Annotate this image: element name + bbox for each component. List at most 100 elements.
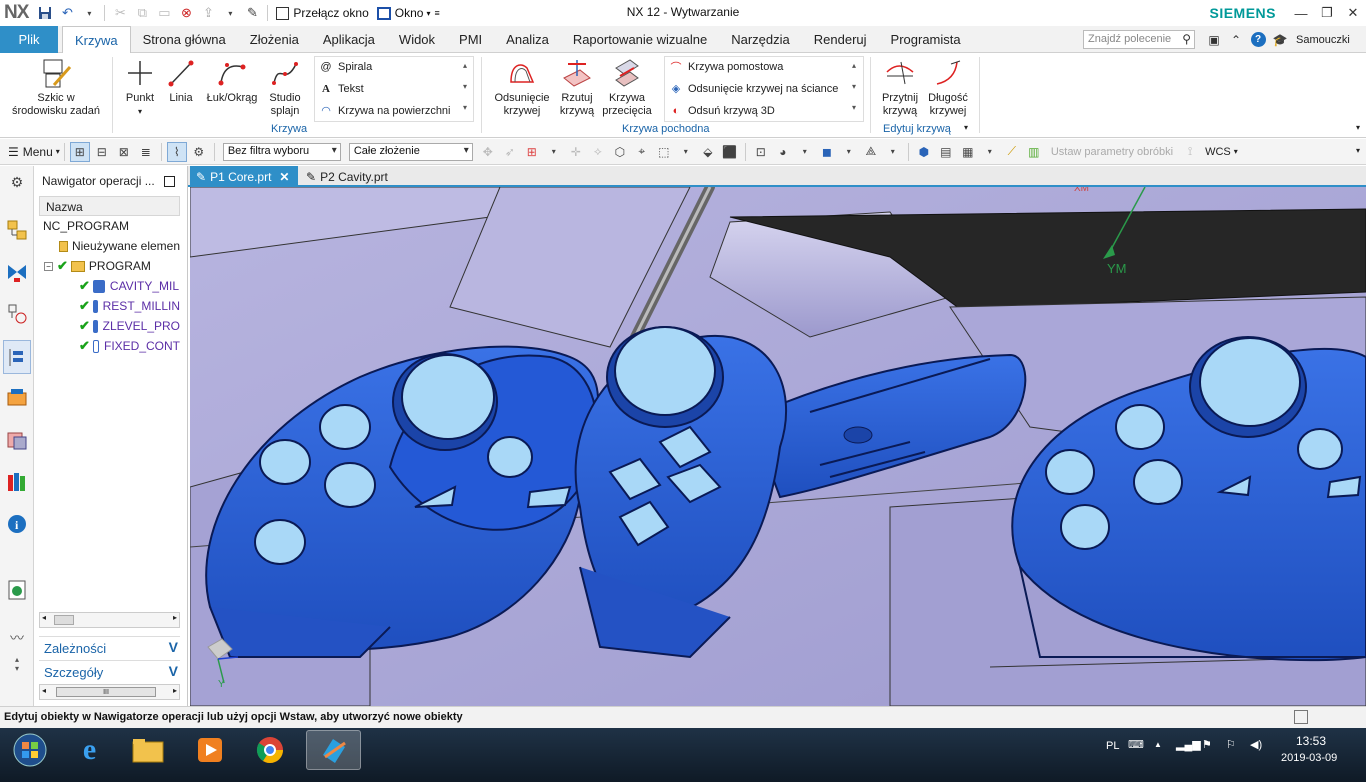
repeat-dropdown-icon[interactable]: ▾ [221, 4, 239, 22]
tab-curve[interactable]: Krzywa [62, 26, 131, 53]
start-button[interactable] [2, 730, 57, 770]
select-body-icon[interactable]: ⬙ [698, 142, 718, 162]
graphics-viewport[interactable]: YM XM Y [190, 187, 1366, 706]
tab-p1-core[interactable]: ✎ P1 Core.prt ✕ [190, 166, 298, 187]
snap-intersection-icon[interactable]: ⌖ [632, 142, 652, 162]
tree-item-nc-program[interactable]: NC_PROGRAM [39, 216, 180, 236]
intersection-curve-button[interactable]: Krzywa przecięcia [600, 57, 654, 118]
tab-visual-reporting[interactable]: Raportowanie wizualne [561, 26, 719, 53]
tree-item-operation[interactable]: ✔ ZLEVEL_PRO [39, 316, 180, 336]
tab-view[interactable]: Widok [387, 26, 447, 53]
network-icon[interactable]: ▂▄▆ [1176, 738, 1201, 751]
minimize-icon[interactable]: — [1288, 0, 1314, 26]
ribbon-options-icon[interactable]: ▣ [1204, 30, 1224, 49]
snap-mid-icon[interactable]: ⟡ [588, 142, 608, 162]
layer-visibility-icon[interactable]: ▦ [958, 142, 978, 162]
tree-item-unused[interactable]: Nieużywane elemen [39, 236, 180, 256]
tab-tools[interactable]: Narzędzia [719, 26, 802, 53]
info-icon[interactable]: i [5, 512, 29, 536]
point-button[interactable]: Punkt ▾ [120, 57, 160, 118]
media-player-icon[interactable] [182, 730, 237, 770]
fit-view-icon[interactable]: ⊡ [751, 142, 771, 162]
internet-explorer-icon[interactable]: e [62, 730, 117, 770]
web-browser-icon[interactable] [5, 578, 29, 602]
curve-on-surface-button[interactable]: ◠ Krzywa na powierzchni [318, 101, 450, 120]
customize-qa-icon[interactable]: ≡ [434, 8, 439, 18]
text-button[interactable]: A Tekst [318, 79, 364, 98]
collapse-ribbon-icon[interactable]: ⌃ [1226, 30, 1246, 49]
edit-group-dropdown-icon[interactable]: ▾ [964, 123, 968, 132]
layer-dropdown-icon[interactable]: ▾ [980, 142, 1000, 162]
select-feature-icon[interactable]: ⬛ [720, 142, 740, 162]
action-center-icon[interactable]: ⚐ [1226, 738, 1236, 751]
clock-time[interactable]: 13:53 [1296, 734, 1326, 748]
switch-window-button[interactable]: Przełącz okno [276, 6, 369, 20]
orient-dropdown-icon[interactable]: ▾ [839, 142, 859, 162]
nx-taskbar-icon[interactable] [306, 730, 361, 770]
library-icon[interactable]: ▥ [1024, 142, 1044, 162]
undo-dropdown-icon[interactable]: ▾ [80, 4, 98, 22]
tab-analysis[interactable]: Analiza [494, 26, 561, 53]
command-finder-input[interactable]: Znajdź polecenie ⚲ [1083, 30, 1195, 49]
snap-dropdown-icon[interactable]: ▾ [544, 142, 564, 162]
arc-circle-button[interactable]: Łuk/Okrąg [202, 57, 262, 105]
scroll-right-icon[interactable]: ▸ [173, 613, 177, 622]
language-indicator[interactable]: PL [1106, 740, 1119, 752]
bridge-curve-button[interactable]: ⌒ Krzywa pomostowa [668, 57, 784, 76]
tab-assemblies[interactable]: Złożenia [238, 26, 311, 53]
bottom-scrollbar[interactable]: ◂ III ▸ [39, 684, 180, 700]
cut-icon[interactable]: ✂ [111, 4, 129, 22]
tree-item-operation[interactable]: ✔ FIXED_CONT [39, 336, 180, 356]
scroll-left-icon[interactable]: ◂ [42, 686, 46, 695]
resource-bar-scroll-icon[interactable]: ▴ ▾ [5, 652, 29, 676]
snap-end-icon[interactable]: ✛ [566, 142, 586, 162]
line-button[interactable]: Linia [164, 57, 198, 105]
tab-pmi[interactable]: PMI [447, 26, 494, 53]
move-icon[interactable]: ➶ [500, 142, 520, 162]
tree-item-operation[interactable]: ✔ REST_MILLIN [39, 296, 180, 316]
program-order-view-icon[interactable]: ⊞ [69, 141, 90, 162]
sketch-in-task-button[interactable]: Szkic w środowisku zadań [6, 57, 106, 118]
operation-navigator-icon[interactable] [3, 340, 31, 374]
measure-icon[interactable]: ⟋ [1002, 142, 1022, 162]
ribbon-overflow-icon[interactable]: ▾ [1356, 123, 1360, 132]
tree-item-program[interactable]: − ✔ PROGRAM [39, 256, 180, 276]
model-scene[interactable]: YM XM Y [190, 187, 1366, 706]
machine-tool-navigator-icon[interactable] [5, 386, 29, 410]
verify-toolpath-icon[interactable]: ⚙ [189, 142, 209, 162]
chrome-icon[interactable] [242, 730, 297, 770]
assembly-scope-select[interactable]: Całe złożenie [348, 142, 473, 161]
repeat-command-icon[interactable]: ⇪ [199, 4, 217, 22]
machine-tool-view-icon[interactable]: ⊟ [92, 142, 112, 162]
tray-expand-icon[interactable]: ▲ [1154, 740, 1162, 749]
volume-icon[interactable]: ◀) [1250, 738, 1262, 751]
column-header-name[interactable]: Nazwa [39, 196, 180, 216]
details-panel[interactable]: Szczegóły V [39, 660, 180, 682]
navigator-horizontal-scrollbar[interactable]: ◂ ▸ [39, 612, 180, 628]
assembly-navigator-icon[interactable] [5, 218, 29, 242]
offset-curve-button[interactable]: Odsunięcie krzywej [488, 57, 556, 118]
tab-file[interactable]: Plik [0, 26, 58, 53]
offset-in-face-button[interactable]: ◈ Odsunięcie krzywej na ściance [668, 79, 839, 98]
wcs-button[interactable]: WCS ▾ [1205, 146, 1238, 158]
file-explorer-icon[interactable] [120, 730, 175, 770]
layer-settings-icon[interactable]: ▤ [936, 142, 956, 162]
paste-icon[interactable]: ▭ [155, 4, 173, 22]
keyboard-icon[interactable]: ⌨ [1128, 738, 1144, 751]
rectangle-select-icon[interactable]: ⬚ [654, 142, 674, 162]
point-dropdown-icon[interactable]: ▾ [120, 105, 160, 118]
copy-icon[interactable]: ⧉ [133, 4, 151, 22]
tutorials-label[interactable]: Samouczki [1296, 34, 1350, 46]
trim-curve-button[interactable]: Przytnij krzywą [876, 57, 924, 118]
set-machining-params-button[interactable]: Ustaw parametry obróbki [1051, 146, 1173, 158]
clock-date[interactable]: 2019-03-09 [1281, 752, 1337, 764]
dependencies-panel[interactable]: Zależności V [39, 636, 180, 658]
security-icon[interactable]: ⚑ [1202, 738, 1212, 751]
constraint-navigator-icon[interactable] [5, 260, 29, 284]
geometry-view-icon[interactable]: ⊠ [114, 142, 134, 162]
triad-dropdown-icon[interactable]: ▾ [883, 142, 903, 162]
delete-icon[interactable]: ⊗ [177, 4, 195, 22]
scroll-thumb[interactable]: III [56, 687, 156, 697]
part-navigator-icon[interactable] [5, 302, 29, 326]
view-triad-icon[interactable]: ⟁ [861, 142, 881, 162]
